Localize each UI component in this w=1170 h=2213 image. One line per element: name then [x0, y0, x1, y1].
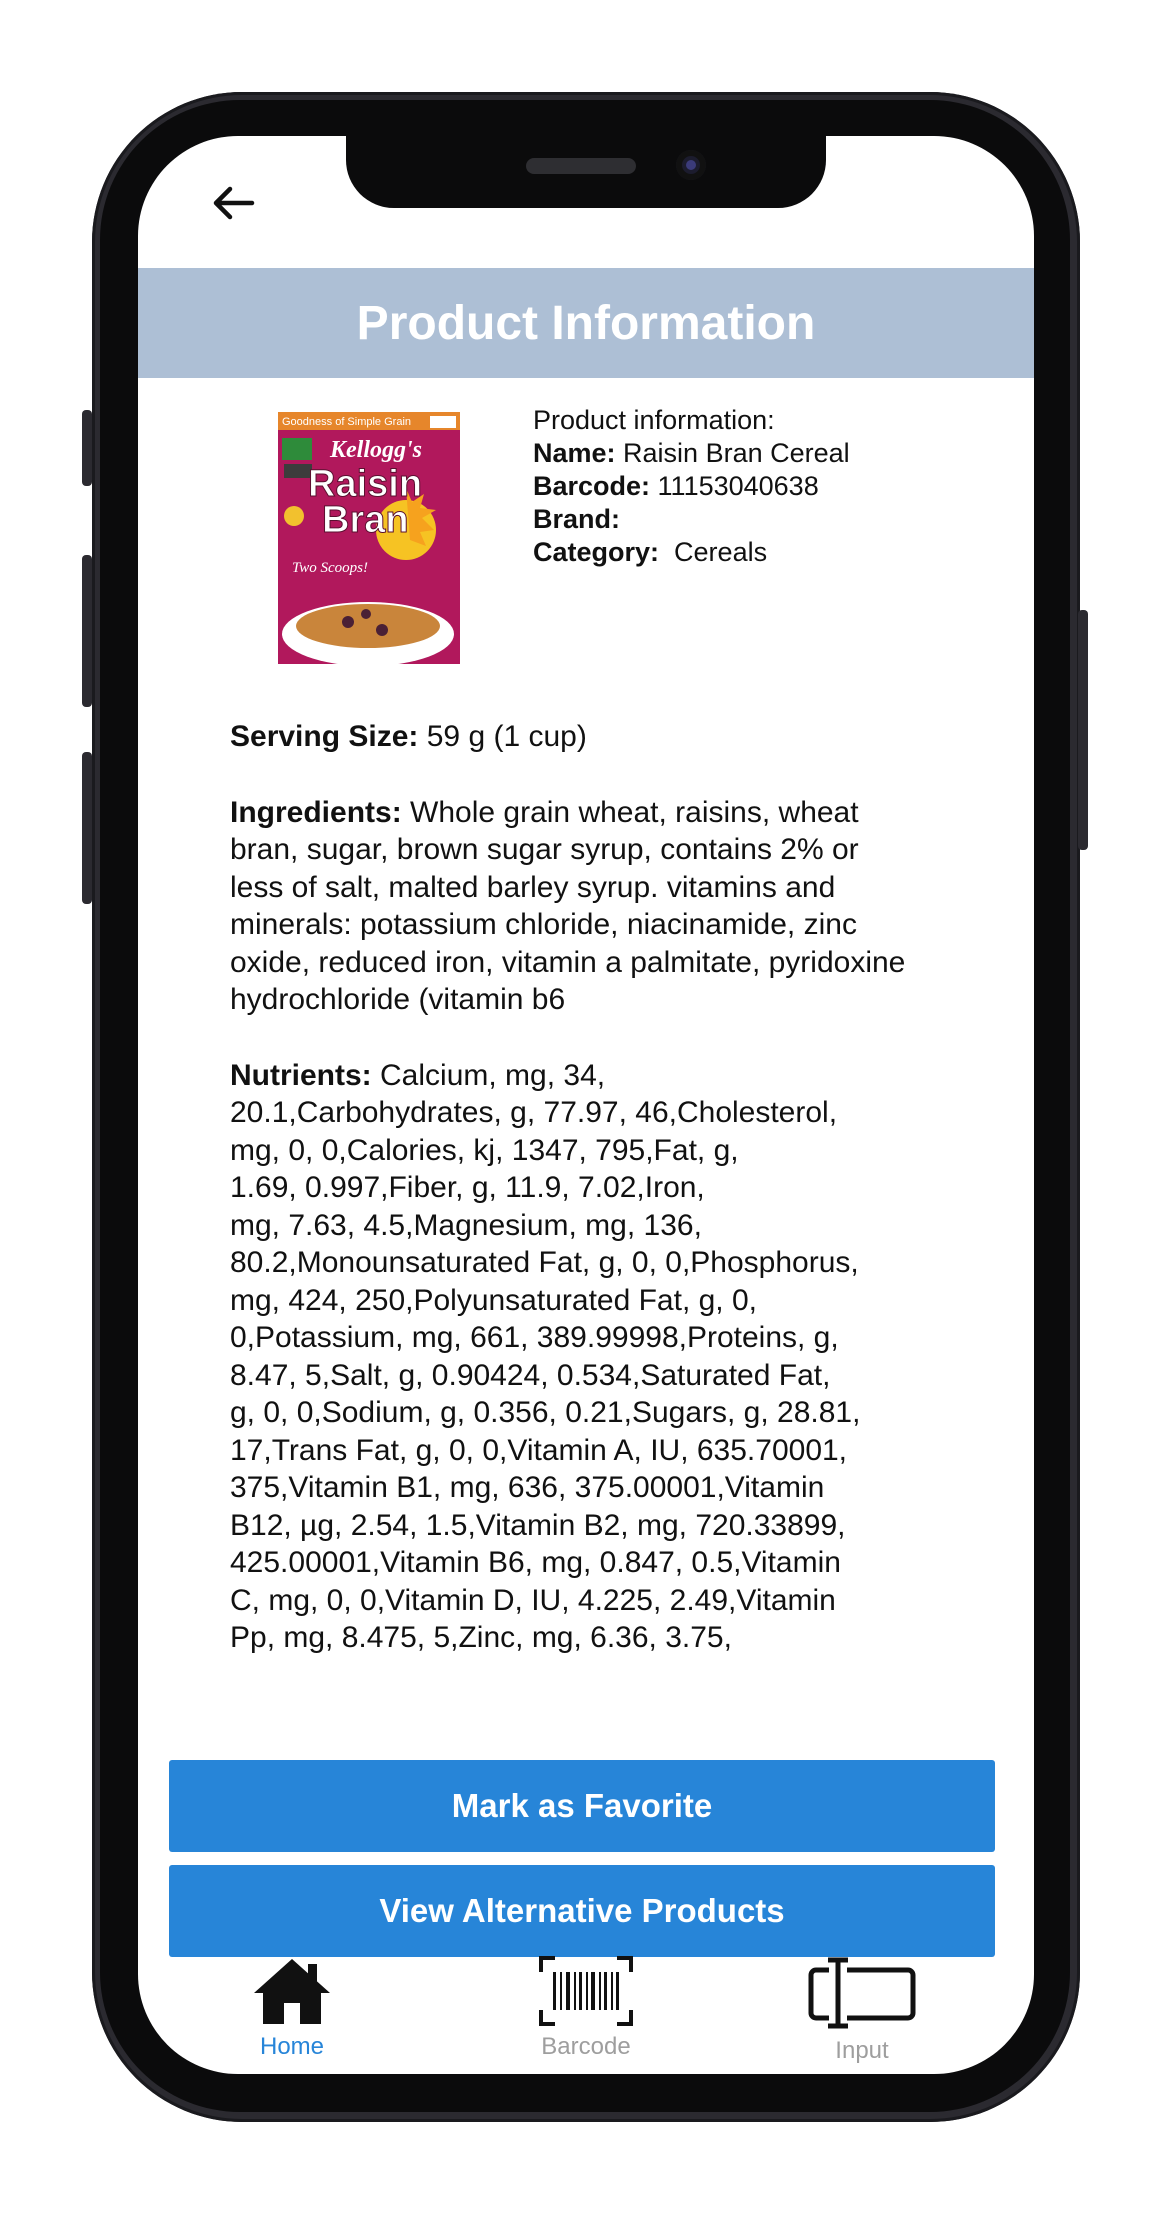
- box-name-line2: Bran: [322, 499, 409, 541]
- nutrients-line: Calcium, mg, 34,: [380, 1058, 606, 1092]
- back-button[interactable]: [208, 178, 258, 228]
- product-details: Serving Size: 59 g (1 cup) Ingredients: …: [230, 718, 920, 1695]
- nutrients-line: B12, µg, 2.54, 1.5,Vitamin B2, mg, 720.3…: [230, 1508, 846, 1542]
- nutrients-line: mg, 424, 250,Polyunsaturated Fat, g, 0,: [230, 1283, 757, 1317]
- nutrients-line: 1.69, 0.997,Fiber, g, 11.9, 7.02,Iron,: [230, 1171, 705, 1204]
- volume-up-button: [82, 555, 92, 707]
- bottom-nav: Home Barcode Input: [138, 1956, 1034, 2074]
- nav-barcode[interactable]: Barcode: [496, 1956, 676, 2061]
- nutrients-line: 8.47, 5,Salt, g, 0.90424, 0.534,Saturate…: [230, 1358, 831, 1392]
- product-info-heading: Product information:: [533, 405, 775, 435]
- nutrients-line: 375,Vitamin B1, mg, 636, 375.00001,Vitam…: [230, 1471, 825, 1504]
- product-image: Goodness of Simple Grain Kellogg's Raisi…: [278, 412, 460, 664]
- nav-input-label: Input: [835, 2037, 889, 2064]
- cereal-box-illustration: Goodness of Simple Grain Kellogg's Raisi…: [278, 412, 460, 664]
- nutrients-line: Pp, mg, 8.475, 5,Zinc, mg, 6.36, 3.75,: [230, 1621, 732, 1654]
- brand-label: Brand:: [533, 504, 620, 534]
- nutrients-line: 0,Potassium, mg, 661, 389.99998,Proteins…: [230, 1321, 839, 1354]
- product-name-row: Name: Raisin Bran Cereal: [533, 437, 1013, 470]
- nav-home-label: Home: [259, 2033, 325, 2060]
- nutrients-line: g, 0, 0,Sodium, g, 0.356, 0.21,Sugars, g…: [230, 1396, 861, 1429]
- notch: [346, 136, 826, 208]
- arrow-left-icon: [213, 186, 255, 220]
- ingredients-label: Ingredients:: [230, 795, 402, 829]
- product-barcode: 11153040638: [657, 471, 819, 501]
- nutrients-line: mg, 7.63, 4.5,Magnesium, mg, 136,: [230, 1208, 702, 1242]
- nutrients-line: 20.1,Carbohydrates, g, 77.97, 46,Cholest…: [230, 1096, 838, 1129]
- app-screen: Product Information Goodness of Simple G…: [138, 136, 1034, 2074]
- product-info: Product information: Name: Raisin Bran C…: [533, 404, 1013, 569]
- nutrients-label: Nutrients:: [230, 1058, 372, 1092]
- category-label: Category:: [533, 537, 660, 567]
- serving-size-value: 59 g (1 cup): [426, 720, 587, 753]
- nav-barcode-label: Barcode: [541, 2033, 631, 2060]
- box-top-text: Goodness of Simple Grain: [282, 416, 411, 428]
- mark-favorite-button[interactable]: Mark as Favorite: [169, 1760, 995, 1852]
- box-tagline: Two Scoops!: [292, 560, 368, 576]
- nutrients: Nutrients: Calcium, mg, 34, 20.1,Carbohy…: [230, 1057, 920, 1657]
- camera: [676, 150, 706, 180]
- view-alternatives-button[interactable]: View Alternative Products: [169, 1865, 995, 1957]
- product-barcode-row: Barcode: 11153040638: [533, 470, 1013, 503]
- ingredients: Ingredients: Whole grain wheat, raisins,…: [230, 794, 920, 1019]
- barcode-label: Barcode:: [533, 471, 651, 501]
- text-input-icon: [808, 1957, 916, 2030]
- speaker: [526, 158, 636, 174]
- nutrients-line: mg, 0, 0,Calories, kj, 1347, 795,Fat, g,: [230, 1133, 739, 1167]
- page-title: Product Information: [356, 296, 816, 350]
- mute-switch: [82, 410, 92, 486]
- product-category-row: Category: Cereals: [533, 536, 1013, 569]
- serving-size-label: Serving Size:: [230, 720, 419, 753]
- nutrients-line: 17,Trans Fat, g, 0, 0,Vitamin A, IU, 635…: [230, 1433, 848, 1467]
- barcode-icon: [539, 1956, 633, 2026]
- nutrients-line: 425.00001,Vitamin B6, mg, 0.847, 0.5,Vit…: [230, 1546, 841, 1579]
- product-category: Cereals: [674, 537, 768, 567]
- nav-home[interactable]: Home: [202, 1956, 382, 2061]
- product-name: Raisin Bran Cereal: [623, 438, 850, 468]
- nutrients-line: C, mg, 0, 0,Vitamin D, IU, 4.225, 2.49,V…: [230, 1583, 836, 1617]
- nutrients-line: 80.2,Monounsaturated Fat, g, 0, 0,Phosph…: [230, 1246, 859, 1279]
- title-bar: Product Information: [138, 268, 1034, 378]
- home-icon: [254, 1959, 330, 2024]
- name-label: Name:: [533, 438, 616, 468]
- product-brand-row: Brand:: [533, 503, 1013, 536]
- nav-input[interactable]: Input: [772, 1956, 952, 2065]
- box-brand-text: Kellogg's: [329, 437, 422, 463]
- volume-down-button: [82, 752, 92, 904]
- power-button: [1078, 610, 1088, 850]
- serving-size: Serving Size: 59 g (1 cup): [230, 718, 920, 756]
